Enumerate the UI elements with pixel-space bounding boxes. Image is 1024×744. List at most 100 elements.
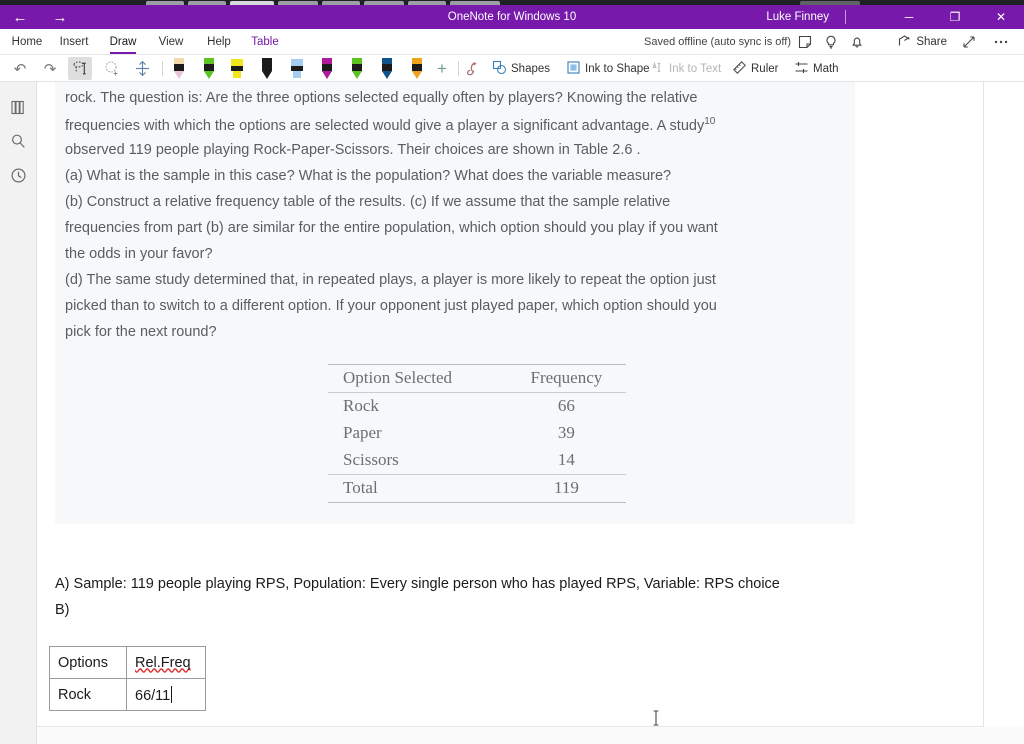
- ribbon-tab-table[interactable]: Table: [246, 29, 284, 55]
- pen-orange[interactable]: [408, 57, 426, 80]
- footnote-marker: 10: [704, 116, 716, 127]
- account-name[interactable]: Luke Finney: [766, 5, 829, 29]
- ribbon-tab-strip: Home Insert Draw View Help Table Saved o…: [0, 29, 1024, 55]
- ruler-button[interactable]: Ruler: [732, 57, 778, 80]
- left-navigation-rail: [0, 82, 37, 744]
- close-button[interactable]: ✕: [978, 5, 1024, 29]
- add-pen-button[interactable]: +: [432, 57, 452, 80]
- maximize-button[interactable]: ❐: [932, 5, 978, 29]
- notebooks-icon[interactable]: [0, 90, 37, 124]
- ribbon-tab-draw[interactable]: Draw: [104, 29, 142, 55]
- cell-options-header[interactable]: Options: [49, 646, 127, 679]
- question-line: pick for the next round?: [65, 324, 217, 340]
- cell-frequency: 66: [557, 396, 575, 415]
- question-line: frequencies from part (b) are similar fo…: [65, 220, 718, 236]
- ink-to-shape-button[interactable]: Ink to Shape: [566, 57, 650, 80]
- note-page-canvas[interactable]: rock. The question is: Are the three opt…: [37, 82, 984, 726]
- ink-to-text-button: Ink to Text: [650, 57, 721, 80]
- expand-arrow-icon[interactable]: [956, 29, 982, 55]
- text-caret: [171, 685, 173, 703]
- frequency-table-2-6: Option Selected Frequency Rock 66 Paper …: [328, 364, 626, 503]
- cell-relfreq-header[interactable]: Rel.Freq: [126, 646, 206, 679]
- header-option-selected: Option Selected: [343, 368, 453, 387]
- shapes-icon: [492, 60, 507, 78]
- question-line: (a) What is the sample in this case? Wha…: [65, 168, 672, 184]
- shapes-label: Shapes: [511, 62, 551, 75]
- question-line: (d) The same study determined that, in r…: [65, 272, 716, 288]
- lasso-add-tool[interactable]: [100, 57, 124, 80]
- ink-to-shape-icon: [566, 60, 581, 78]
- table-row: Paper 39: [328, 420, 626, 447]
- question-line: rock. The question is: Are the three opt…: [65, 90, 698, 106]
- lightbulb-icon[interactable]: [818, 29, 844, 55]
- math-icon: [794, 60, 809, 78]
- table-header-row: Option Selected Frequency: [328, 364, 626, 393]
- ribbon-tab-home[interactable]: Home: [8, 29, 46, 55]
- highlighter-lightblue[interactable]: [288, 57, 306, 80]
- highlighter-yellow[interactable]: [228, 57, 246, 80]
- save-status-text: Saved offline (auto sync is off): [644, 36, 791, 48]
- titlebar-divider: [845, 10, 846, 24]
- pen-darkblue[interactable]: [378, 57, 396, 80]
- window-titlebar: ← → OneNote for Windows 10 Luke Finney ─…: [0, 5, 1024, 29]
- ribbon-tab-help[interactable]: Help: [200, 29, 238, 55]
- cell-total-label: Total: [343, 478, 378, 497]
- table-row[interactable]: Rock 66/11: [49, 678, 206, 711]
- ink-to-shape-label: Ink to Shape: [585, 62, 650, 75]
- share-button[interactable]: Share: [898, 29, 947, 55]
- ribbon-tab-view[interactable]: View: [152, 29, 190, 55]
- answer-line-b[interactable]: B): [55, 602, 70, 618]
- shapes-button[interactable]: Shapes: [492, 57, 550, 80]
- insert-space-tool[interactable]: [130, 57, 154, 80]
- answer-line-a[interactable]: A) Sample: 119 people playing RPS, Popul…: [55, 576, 780, 592]
- ribbon-tab-insert[interactable]: Insert: [54, 29, 94, 55]
- search-icon[interactable]: [0, 124, 37, 158]
- math-button[interactable]: Math: [794, 57, 839, 80]
- user-relative-frequency-table[interactable]: Options Rel.Freq Rock 66/11: [49, 646, 206, 711]
- canvas-bottom-gutter: [37, 727, 1024, 744]
- ink-to-text-label: Ink to Text: [669, 62, 722, 75]
- cell-rock-value-text: 66/11: [135, 687, 171, 704]
- table-row[interactable]: Options Rel.Freq: [49, 646, 206, 679]
- more-options-icon[interactable]: [988, 29, 1014, 55]
- ink-replay-icon[interactable]: [462, 57, 484, 80]
- ruler-icon: [732, 60, 747, 78]
- eraser-tool[interactable]: [170, 57, 188, 80]
- recent-notes-icon[interactable]: [0, 158, 37, 192]
- cell-option: Rock: [343, 396, 379, 415]
- table-row: Scissors 14: [328, 447, 626, 475]
- ink-to-text-icon: [650, 60, 665, 78]
- cell-rock-value[interactable]: 66/11: [126, 678, 206, 711]
- pen-green-2[interactable]: [348, 57, 366, 80]
- share-label: Share: [916, 36, 947, 48]
- header-frequency: Frequency: [530, 368, 603, 387]
- cell-option: Scissors: [343, 450, 399, 469]
- question-line: picked than to switch to a different opt…: [65, 298, 717, 314]
- lasso-select-tool[interactable]: [68, 57, 92, 80]
- question-line: observed 119 people playing Rock-Paper-S…: [65, 142, 641, 158]
- question-line: frequencies with which the options are s…: [65, 116, 715, 134]
- redo-button[interactable]: ↷: [38, 57, 62, 80]
- cell-frequency: 39: [557, 423, 575, 442]
- cell-total-value: 119: [553, 478, 579, 497]
- pen-magenta[interactable]: [318, 57, 336, 80]
- table-total-row: Total 119: [328, 474, 626, 503]
- cell-rock-label[interactable]: Rock: [49, 678, 127, 711]
- bell-icon[interactable]: [844, 29, 870, 55]
- toolbar-separator: [458, 61, 459, 76]
- misspelled-word: Rel.Freq: [135, 654, 191, 671]
- pen-black[interactable]: [258, 57, 276, 80]
- cell-option: Paper: [343, 423, 382, 442]
- forward-button[interactable]: →: [40, 5, 80, 29]
- share-icon: [898, 34, 912, 51]
- table-row: Rock 66: [328, 393, 626, 421]
- canvas-right-gutter: [984, 82, 1024, 744]
- embedded-question-image[interactable]: rock. The question is: Are the three opt…: [55, 82, 855, 524]
- pen-green[interactable]: [200, 57, 218, 80]
- draw-toolbar: ↶ ↷ + Shapes Ink to Shape Ink to Text Ru…: [0, 55, 1024, 82]
- sticky-note-icon[interactable]: [792, 29, 818, 55]
- minimize-button[interactable]: ─: [886, 5, 932, 29]
- undo-button[interactable]: ↶: [8, 57, 32, 80]
- back-button[interactable]: ←: [0, 5, 40, 29]
- toolbar-separator: [162, 61, 163, 76]
